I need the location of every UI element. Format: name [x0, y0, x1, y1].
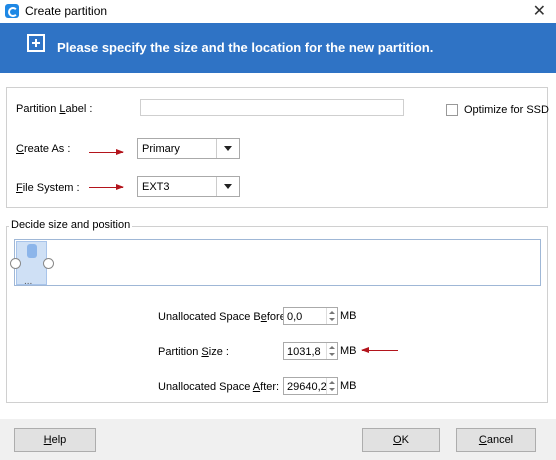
help-button[interactable]: Help	[14, 428, 96, 452]
unallocated-before-unit: MB	[340, 310, 357, 322]
partition-size-unit: MB	[340, 345, 357, 357]
create-as-label: Create As :	[16, 143, 71, 155]
unallocated-after-spinbox[interactable]: 29640,2	[283, 377, 338, 395]
partition-block-dots: ...	[24, 276, 33, 287]
title-bar: Create partition ✕	[0, 0, 556, 23]
create-as-value: Primary	[142, 143, 180, 155]
create-as-dropdown[interactable]: Primary	[137, 138, 240, 159]
file-system-dropdown[interactable]: EXT3	[137, 176, 240, 197]
spin-arrows-icon[interactable]	[326, 378, 337, 394]
resize-handle-left[interactable]	[10, 258, 21, 269]
app-icon	[5, 4, 19, 18]
spin-arrows-icon[interactable]	[326, 343, 337, 359]
annotation-arrow	[361, 347, 398, 353]
unallocated-before-value: 0,0	[287, 311, 303, 323]
annotation-arrow	[89, 149, 124, 155]
header-banner: Please specify the size and the location…	[0, 23, 556, 73]
unallocated-after-unit: MB	[340, 380, 357, 392]
partition-size-label: Partition Size :	[158, 346, 229, 358]
unallocated-after-label: Unallocated Space After:	[158, 381, 280, 393]
partition-layout-bar[interactable]	[14, 239, 541, 286]
file-system-label: File System :	[16, 182, 80, 194]
cancel-button[interactable]: Cancel	[456, 428, 536, 452]
partition-label-label: Partition Label :	[16, 103, 93, 115]
optimize-ssd-checkbox[interactable]	[446, 104, 458, 116]
partition-size-spinbox[interactable]: 1031,8	[283, 342, 338, 360]
partition-block-inner	[27, 244, 37, 258]
add-partition-icon	[27, 34, 45, 52]
chevron-down-icon[interactable]	[216, 139, 239, 158]
partition-size-value: 1031,8	[287, 346, 321, 358]
banner-text: Please specify the size and the location…	[57, 40, 434, 55]
partition-label-input[interactable]	[140, 99, 404, 116]
spin-arrows-icon[interactable]	[326, 308, 337, 324]
unallocated-before-spinbox[interactable]: 0,0	[283, 307, 338, 325]
ok-button[interactable]: OK	[362, 428, 440, 452]
file-system-value: EXT3	[142, 181, 170, 193]
resize-handle-right[interactable]	[43, 258, 54, 269]
size-position-title: Decide size and position	[9, 219, 133, 231]
optimize-ssd-label: Optimize for SSD	[464, 104, 549, 116]
unallocated-after-value: 29640,2	[287, 381, 327, 393]
chevron-down-icon[interactable]	[216, 177, 239, 196]
window-title: Create partition	[25, 4, 108, 18]
close-icon[interactable]: ✕	[533, 1, 546, 21]
annotation-arrow	[89, 184, 124, 190]
unallocated-before-label: Unallocated Space Before:	[158, 311, 289, 323]
